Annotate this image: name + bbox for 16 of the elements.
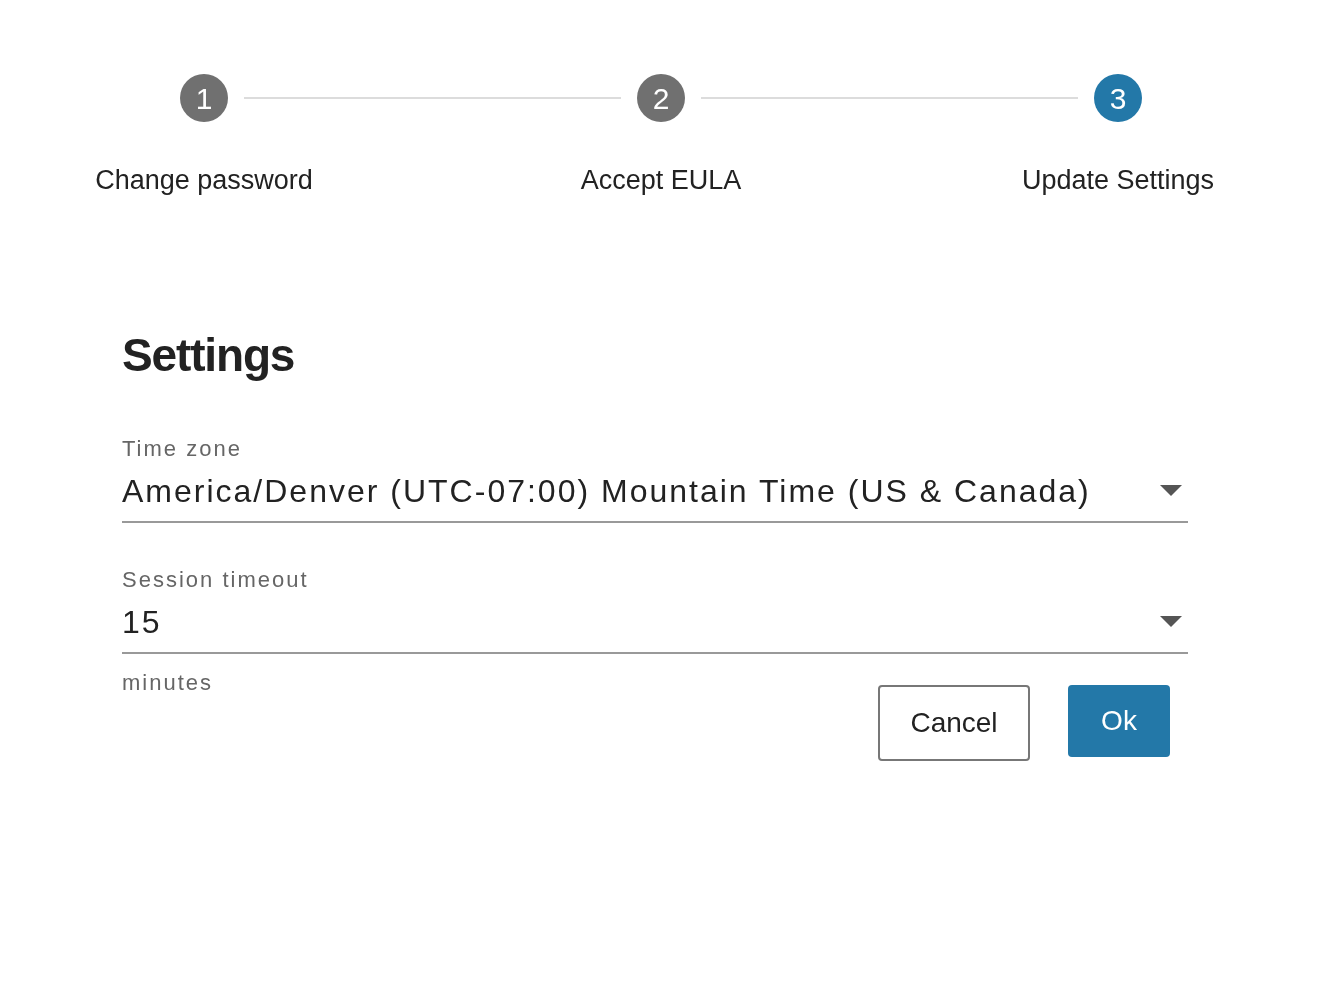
field-label: Time zone: [122, 434, 243, 463]
ok-button[interactable]: Ok: [1068, 684, 1170, 757]
helper-text: minutes: [122, 668, 214, 697]
caret-icon: [1160, 485, 1182, 496]
step-label: Accept EULA: [580, 164, 742, 197]
caret-icon: [1160, 616, 1182, 627]
dropdown-field[interactable]: 15: [122, 597, 1188, 654]
step-number: 1: [180, 74, 228, 122]
field-label: Session timeout: [122, 565, 310, 594]
cancel-button[interactable]: Cancel: [878, 684, 1030, 761]
step-label: Update Settings: [1021, 164, 1215, 197]
dropdown-field[interactable]: America/Denver (UTC-07:00) Mountain Time (US & Canada): [122, 466, 1188, 523]
settings-heading: Settings: [122, 327, 296, 383]
step-number: 2: [637, 74, 685, 122]
step-number: 3: [1094, 74, 1142, 122]
step-label: Change password: [95, 164, 313, 197]
